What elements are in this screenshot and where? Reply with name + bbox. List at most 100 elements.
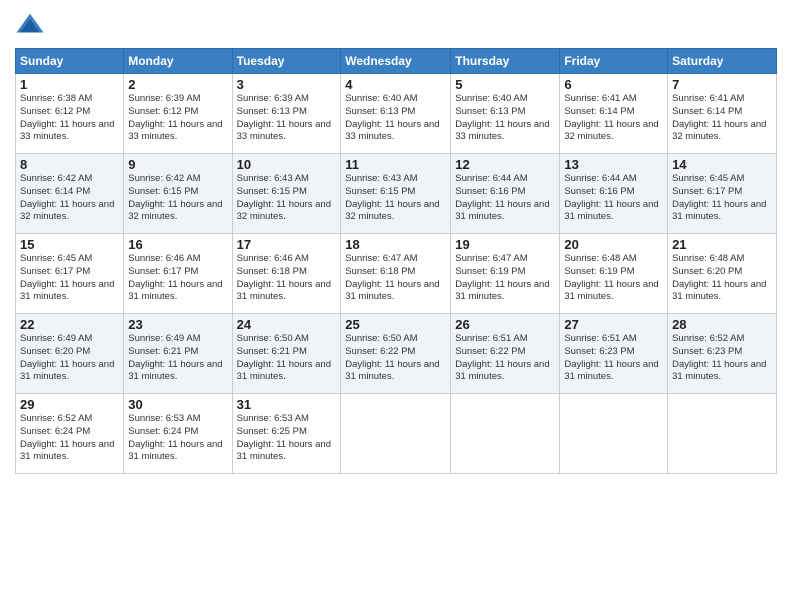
day-number: 14 xyxy=(672,157,772,172)
day-number: 7 xyxy=(672,77,772,92)
day-info: Sunrise: 6:48 AMSunset: 6:20 PMDaylight:… xyxy=(672,253,772,304)
day-number: 23 xyxy=(128,317,227,332)
day-number: 12 xyxy=(455,157,555,172)
calendar-cell xyxy=(668,394,777,474)
day-number: 29 xyxy=(20,397,119,412)
calendar-cell: 10Sunrise: 6:43 AMSunset: 6:15 PMDayligh… xyxy=(232,154,341,234)
calendar-cell: 31Sunrise: 6:53 AMSunset: 6:25 PMDayligh… xyxy=(232,394,341,474)
calendar-cell: 5Sunrise: 6:40 AMSunset: 6:13 PMDaylight… xyxy=(451,74,560,154)
page: SundayMondayTuesdayWednesdayThursdayFrid… xyxy=(0,0,792,612)
calendar-cell xyxy=(341,394,451,474)
day-info: Sunrise: 6:48 AMSunset: 6:19 PMDaylight:… xyxy=(564,253,663,304)
calendar-cell: 22Sunrise: 6:49 AMSunset: 6:20 PMDayligh… xyxy=(16,314,124,394)
day-info: Sunrise: 6:53 AMSunset: 6:25 PMDaylight:… xyxy=(237,413,337,464)
calendar-cell: 17Sunrise: 6:46 AMSunset: 6:18 PMDayligh… xyxy=(232,234,341,314)
day-info: Sunrise: 6:45 AMSunset: 6:17 PMDaylight:… xyxy=(20,253,119,304)
day-number: 24 xyxy=(237,317,337,332)
day-number: 13 xyxy=(564,157,663,172)
calendar-cell: 18Sunrise: 6:47 AMSunset: 6:18 PMDayligh… xyxy=(341,234,451,314)
calendar-cell: 16Sunrise: 6:46 AMSunset: 6:17 PMDayligh… xyxy=(124,234,232,314)
calendar-cell: 3Sunrise: 6:39 AMSunset: 6:13 PMDaylight… xyxy=(232,74,341,154)
day-info: Sunrise: 6:43 AMSunset: 6:15 PMDaylight:… xyxy=(237,173,337,224)
calendar-cell: 7Sunrise: 6:41 AMSunset: 6:14 PMDaylight… xyxy=(668,74,777,154)
calendar-week-row: 29Sunrise: 6:52 AMSunset: 6:24 PMDayligh… xyxy=(16,394,777,474)
day-number: 28 xyxy=(672,317,772,332)
day-info: Sunrise: 6:53 AMSunset: 6:24 PMDaylight:… xyxy=(128,413,227,464)
day-info: Sunrise: 6:44 AMSunset: 6:16 PMDaylight:… xyxy=(455,173,555,224)
day-info: Sunrise: 6:40 AMSunset: 6:13 PMDaylight:… xyxy=(455,93,555,144)
day-number: 9 xyxy=(128,157,227,172)
calendar-day-header: Friday xyxy=(560,49,668,74)
calendar-cell: 12Sunrise: 6:44 AMSunset: 6:16 PMDayligh… xyxy=(451,154,560,234)
calendar-cell: 14Sunrise: 6:45 AMSunset: 6:17 PMDayligh… xyxy=(668,154,777,234)
calendar-day-header: Tuesday xyxy=(232,49,341,74)
calendar-cell: 13Sunrise: 6:44 AMSunset: 6:16 PMDayligh… xyxy=(560,154,668,234)
calendar-week-row: 15Sunrise: 6:45 AMSunset: 6:17 PMDayligh… xyxy=(16,234,777,314)
day-info: Sunrise: 6:44 AMSunset: 6:16 PMDaylight:… xyxy=(564,173,663,224)
day-number: 18 xyxy=(345,237,446,252)
calendar-cell: 28Sunrise: 6:52 AMSunset: 6:23 PMDayligh… xyxy=(668,314,777,394)
day-info: Sunrise: 6:46 AMSunset: 6:17 PMDaylight:… xyxy=(128,253,227,304)
day-number: 16 xyxy=(128,237,227,252)
day-number: 21 xyxy=(672,237,772,252)
day-number: 31 xyxy=(237,397,337,412)
day-info: Sunrise: 6:39 AMSunset: 6:12 PMDaylight:… xyxy=(128,93,227,144)
header xyxy=(15,10,777,40)
calendar-cell xyxy=(560,394,668,474)
day-info: Sunrise: 6:46 AMSunset: 6:18 PMDaylight:… xyxy=(237,253,337,304)
calendar-week-row: 1Sunrise: 6:38 AMSunset: 6:12 PMDaylight… xyxy=(16,74,777,154)
day-info: Sunrise: 6:41 AMSunset: 6:14 PMDaylight:… xyxy=(672,93,772,144)
day-info: Sunrise: 6:49 AMSunset: 6:20 PMDaylight:… xyxy=(20,333,119,384)
day-number: 15 xyxy=(20,237,119,252)
day-number: 8 xyxy=(20,157,119,172)
day-info: Sunrise: 6:40 AMSunset: 6:13 PMDaylight:… xyxy=(345,93,446,144)
calendar-week-row: 8Sunrise: 6:42 AMSunset: 6:14 PMDaylight… xyxy=(16,154,777,234)
day-number: 3 xyxy=(237,77,337,92)
calendar-cell: 2Sunrise: 6:39 AMSunset: 6:12 PMDaylight… xyxy=(124,74,232,154)
calendar-cell: 23Sunrise: 6:49 AMSunset: 6:21 PMDayligh… xyxy=(124,314,232,394)
day-info: Sunrise: 6:38 AMSunset: 6:12 PMDaylight:… xyxy=(20,93,119,144)
day-info: Sunrise: 6:47 AMSunset: 6:18 PMDaylight:… xyxy=(345,253,446,304)
calendar-cell: 25Sunrise: 6:50 AMSunset: 6:22 PMDayligh… xyxy=(341,314,451,394)
day-info: Sunrise: 6:49 AMSunset: 6:21 PMDaylight:… xyxy=(128,333,227,384)
day-number: 25 xyxy=(345,317,446,332)
calendar-cell: 30Sunrise: 6:53 AMSunset: 6:24 PMDayligh… xyxy=(124,394,232,474)
logo xyxy=(15,10,49,40)
day-number: 1 xyxy=(20,77,119,92)
calendar-cell: 24Sunrise: 6:50 AMSunset: 6:21 PMDayligh… xyxy=(232,314,341,394)
day-info: Sunrise: 6:43 AMSunset: 6:15 PMDaylight:… xyxy=(345,173,446,224)
day-number: 19 xyxy=(455,237,555,252)
calendar-day-header: Thursday xyxy=(451,49,560,74)
day-number: 4 xyxy=(345,77,446,92)
day-info: Sunrise: 6:41 AMSunset: 6:14 PMDaylight:… xyxy=(564,93,663,144)
calendar-cell: 20Sunrise: 6:48 AMSunset: 6:19 PMDayligh… xyxy=(560,234,668,314)
calendar-cell xyxy=(451,394,560,474)
calendar-cell: 21Sunrise: 6:48 AMSunset: 6:20 PMDayligh… xyxy=(668,234,777,314)
day-info: Sunrise: 6:45 AMSunset: 6:17 PMDaylight:… xyxy=(672,173,772,224)
day-number: 5 xyxy=(455,77,555,92)
day-number: 11 xyxy=(345,157,446,172)
day-number: 27 xyxy=(564,317,663,332)
day-number: 26 xyxy=(455,317,555,332)
calendar-cell: 6Sunrise: 6:41 AMSunset: 6:14 PMDaylight… xyxy=(560,74,668,154)
calendar-header-row: SundayMondayTuesdayWednesdayThursdayFrid… xyxy=(16,49,777,74)
calendar-table: SundayMondayTuesdayWednesdayThursdayFrid… xyxy=(15,48,777,474)
day-info: Sunrise: 6:50 AMSunset: 6:22 PMDaylight:… xyxy=(345,333,446,384)
calendar-day-header: Wednesday xyxy=(341,49,451,74)
day-number: 2 xyxy=(128,77,227,92)
day-info: Sunrise: 6:51 AMSunset: 6:23 PMDaylight:… xyxy=(564,333,663,384)
calendar-cell: 19Sunrise: 6:47 AMSunset: 6:19 PMDayligh… xyxy=(451,234,560,314)
calendar-cell: 8Sunrise: 6:42 AMSunset: 6:14 PMDaylight… xyxy=(16,154,124,234)
calendar-cell: 9Sunrise: 6:42 AMSunset: 6:15 PMDaylight… xyxy=(124,154,232,234)
day-number: 22 xyxy=(20,317,119,332)
day-number: 30 xyxy=(128,397,227,412)
calendar-cell: 29Sunrise: 6:52 AMSunset: 6:24 PMDayligh… xyxy=(16,394,124,474)
day-number: 20 xyxy=(564,237,663,252)
day-info: Sunrise: 6:52 AMSunset: 6:24 PMDaylight:… xyxy=(20,413,119,464)
day-info: Sunrise: 6:50 AMSunset: 6:21 PMDaylight:… xyxy=(237,333,337,384)
day-info: Sunrise: 6:52 AMSunset: 6:23 PMDaylight:… xyxy=(672,333,772,384)
day-info: Sunrise: 6:39 AMSunset: 6:13 PMDaylight:… xyxy=(237,93,337,144)
calendar-week-row: 22Sunrise: 6:49 AMSunset: 6:20 PMDayligh… xyxy=(16,314,777,394)
calendar-cell: 15Sunrise: 6:45 AMSunset: 6:17 PMDayligh… xyxy=(16,234,124,314)
calendar-cell: 26Sunrise: 6:51 AMSunset: 6:22 PMDayligh… xyxy=(451,314,560,394)
